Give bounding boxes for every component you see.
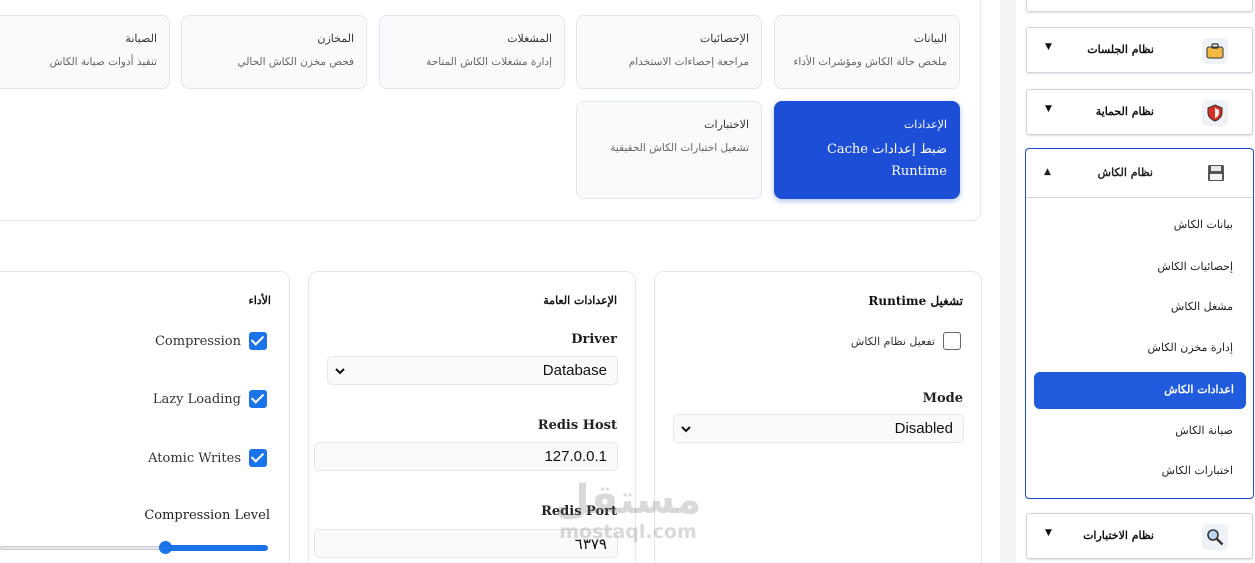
atomic-writes-checkbox[interactable] [249,449,267,467]
floppy-disk-icon [1203,160,1229,186]
runtime-card-title: تشغيل Runtime [868,294,963,308]
sidebar-subitem-cache-maintenance[interactable]: صيانة الكاش [1175,424,1233,437]
sidebar-item-label: نظام الاختبارات [1083,529,1154,542]
nav-card-desc: فحص مخزن الكاش الحالي [237,56,354,68]
page-gutter [1000,0,1016,563]
sidebar-subitem-cache-tests[interactable]: اختبارات الكاش [1162,464,1233,477]
redis-host-input[interactable]: 127.0.0.1 [314,442,618,471]
performance-card: الأداء Compression Lazy Loading Atomic W… [0,271,290,563]
lazy-loading-label: Lazy Loading [152,391,241,407]
slider-fill [165,545,268,551]
mode-select-value: Disabled [894,420,953,437]
slider-thumb[interactable] [159,541,172,554]
sidebar-item-tests[interactable]: ▼ نظام الاختبارات [1026,513,1253,559]
sidebar-item-cache: ▲ نظام الكاش بيانات الكاش إحصائيات الكاش… [1025,148,1254,499]
sidebar-item-sessions[interactable]: ▼ نظام الجلسات [1026,27,1253,73]
sidebar-item-top[interactable] [1026,0,1253,12]
sidebar-item-security[interactable]: ▼ نظام الحماية [1026,89,1253,135]
nav-card-settings[interactable]: الإعدادات ضبط إعدادات Cache Runtime [774,101,960,199]
sidebar-subitem-cache-stats[interactable]: إحصائيات الكاش [1157,260,1233,273]
chevron-down-icon [681,422,693,436]
lazy-loading-row: Lazy Loading [153,390,267,408]
nav-card-desc: تنفيذ أدوات صيانة الكاش [49,56,157,68]
sidebar-item-label: نظام الجلسات [1087,43,1154,56]
compression-label: Compression [154,333,241,349]
nav-card-data[interactable]: البيانات ملخص حالة الكاش ومؤشرات الأداء [774,15,960,89]
nav-card-drivers[interactable]: المشغلات إدارة مشغلات الكاش المتاحة [379,15,565,89]
nav-card-desc: إدارة مشغلات الكاش المتاحة [426,56,552,68]
driver-label: Driver [571,332,617,347]
caret-down-icon: ▼ [1045,42,1052,52]
enable-cache-row: تفعيل نظام الكاش [851,332,961,350]
nav-card-desc: ملخص حالة الكاش ومؤشرات الأداء [793,56,948,68]
enable-cache-checkbox[interactable] [943,332,961,350]
general-card-title: الإعدادات العامة [543,294,617,307]
shield-icon [1202,100,1228,126]
nav-card-statistics[interactable]: الإحصائيات مراجعة إحصاءات الاستخدام [576,15,762,89]
nav-card-title: الصيانة [125,32,157,45]
mode-select[interactable]: Disabled [673,414,964,443]
nav-card-tests[interactable]: الاختبارات تشغيل اختبارات الكاش الحقيقية [576,101,762,199]
sidebar-item-label: نظام الحماية [1095,105,1154,118]
atomic-writes-row: Atomic Writes [148,449,267,467]
atomic-writes-label: Atomic Writes [148,450,241,466]
watermark-arabic: مستقل [554,477,702,523]
sidebar-subitem-cache-settings[interactable]: اعدادات الكاش [1034,372,1246,409]
nav-card-desc: مراجعة إحصاءات الاستخدام [628,56,749,68]
lazy-loading-checkbox[interactable] [249,390,267,408]
caret-down-icon: ▼ [1045,528,1052,538]
redis-host-label: Redis Host [537,418,617,433]
sidebar-subitem-cache-data[interactable]: بيانات الكاش [1174,218,1233,231]
nav-card-desc: ضبط إعدادات Cache Runtime [826,142,947,179]
mode-label: Mode [922,391,963,406]
nav-card-stores[interactable]: المخازن فحص مخزن الكاش الحالي [181,15,367,89]
nav-card-maintenance[interactable]: الصيانة تنفيذ أدوات صيانة الكاش [0,15,170,89]
compression-level-label: Compression Level [144,508,270,523]
sidebar-subitem-cache-store[interactable]: إدارة مخزن الكاش [1148,341,1233,354]
watermark-latin: mostaql.com [559,521,697,543]
nav-card-title: البيانات [913,32,947,45]
performance-card-title: الأداء [248,294,271,307]
nav-card-title: المخازن [317,32,354,45]
nav-card-title: الإحصائيات [699,32,749,45]
search-icon [1202,524,1228,550]
compression-row: Compression [155,332,267,350]
compression-level-slider[interactable] [0,541,268,554]
driver-select-value: Database [542,362,607,379]
sidebar-cache-header[interactable]: ▲ نظام الكاش [1026,149,1253,198]
slider-track [0,546,161,550]
sidebar-item-label: نظام الكاش [1097,166,1153,179]
sidebar-subitem-label: اعدادات الكاش [1164,383,1234,396]
enable-cache-label: تفعيل نظام الكاش [850,334,935,348]
compression-checkbox[interactable] [249,332,267,350]
nav-card-title: الإعدادات [903,118,947,131]
redis-host-value: 127.0.0.1 [544,448,607,465]
watermark: مستقل mostaql.com [548,478,708,542]
caret-up-icon: ▲ [1044,167,1051,177]
nav-card-title: المشغلات [507,32,552,45]
sidebar-subitem-cache-driver[interactable]: مشغل الكاش [1171,300,1233,313]
nav-card-desc: تشغيل اختبارات الكاش الحقيقية [610,142,749,154]
nav-card-title: الاختبارات [704,118,749,131]
briefcase-icon [1202,38,1228,64]
chevron-down-icon [335,364,347,378]
caret-down-icon: ▼ [1045,104,1052,114]
driver-select[interactable]: Database [327,356,618,385]
